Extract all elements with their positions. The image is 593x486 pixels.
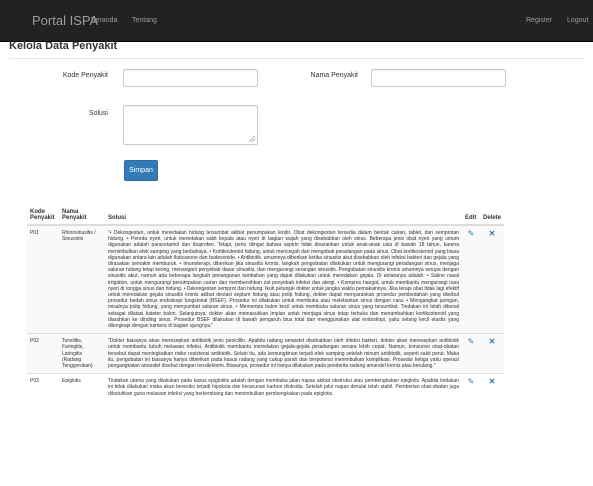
delete-cell: ✕ — [480, 333, 504, 374]
remove-icon[interactable]: ✕ — [489, 229, 496, 238]
pencil-icon[interactable]: ✎ — [468, 337, 475, 346]
edit-cell: ✎ — [462, 373, 480, 401]
header-nama: Nama Penyakit — [59, 206, 105, 226]
table-row: P03 Epiglotis Tindakan utama yang dilaku… — [27, 373, 504, 401]
cell-kode: P01 — [27, 224, 59, 334]
cell-solusi: "Dokter biasanya akan meresepkan antibio… — [105, 333, 462, 374]
header-kode: Kode Penyakit — [27, 206, 59, 226]
header-edit: Edit — [462, 206, 480, 226]
cell-nama: Tonsilitis, Faringitis, Laringitis (Rada… — [59, 333, 105, 374]
penyakit-table: Kode Penyakit Nama Penyakit Solusi Edit … — [27, 206, 504, 401]
pencil-icon[interactable]: ✎ — [468, 229, 475, 238]
brand-logo-text[interactable]: Portal ISPA — [32, 13, 98, 28]
table-header-row: Kode Penyakit Nama Penyakit Solusi Edit … — [27, 206, 504, 226]
nama-penyakit-label: Nama Penyakit — [310, 72, 358, 79]
header-solusi: Solusi — [105, 206, 462, 226]
edit-cell: ✎ — [462, 224, 480, 334]
header-delete: Delete — [480, 206, 504, 226]
solusi-textarea[interactable] — [123, 105, 258, 145]
page-title: Kelola Data Penyakit — [9, 40, 118, 52]
cell-solusi: Tindakan utama yang dilakukan pada kasus… — [105, 373, 462, 401]
cell-nama: Rhinosinusitis / Sinusistis — [59, 224, 105, 334]
delete-cell: ✕ — [480, 373, 504, 401]
nav-link-tentang[interactable]: Tentang — [132, 17, 157, 24]
solusi-label: Solusi — [88, 110, 108, 117]
title-divider — [9, 58, 584, 59]
nama-penyakit-input[interactable] — [371, 69, 506, 87]
cell-kode: P03 — [27, 373, 59, 401]
simpan-button[interactable]: Simpan — [124, 160, 158, 181]
top-navbar: Portal ISPA Beranda Tentang Register Log… — [0, 0, 593, 42]
delete-cell: ✕ — [480, 224, 504, 334]
cell-solusi: "• Dekongestan, untuk meredakan hidung t… — [105, 224, 462, 334]
table-row: P02 Tonsilitis, Faringitis, Laringitis (… — [27, 333, 504, 374]
kode-penyakit-input[interactable] — [123, 69, 258, 87]
kode-penyakit-label: Kode Penyakit — [62, 72, 108, 79]
cell-kode: P02 — [27, 333, 59, 374]
nav-link-logout[interactable]: Logout — [567, 17, 588, 24]
resize-handle-icon[interactable] — [249, 136, 255, 142]
remove-icon[interactable]: ✕ — [489, 377, 496, 386]
nav-link-register[interactable]: Register — [526, 17, 552, 24]
remove-icon[interactable]: ✕ — [489, 337, 496, 346]
cell-nama: Epiglotis — [59, 373, 105, 401]
table-row: P01 Rhinosinusitis / Sinusistis "• Dekon… — [27, 224, 504, 334]
edit-cell: ✎ — [462, 333, 480, 374]
pencil-icon[interactable]: ✎ — [468, 377, 475, 386]
nav-link-beranda[interactable]: Beranda — [91, 17, 117, 24]
